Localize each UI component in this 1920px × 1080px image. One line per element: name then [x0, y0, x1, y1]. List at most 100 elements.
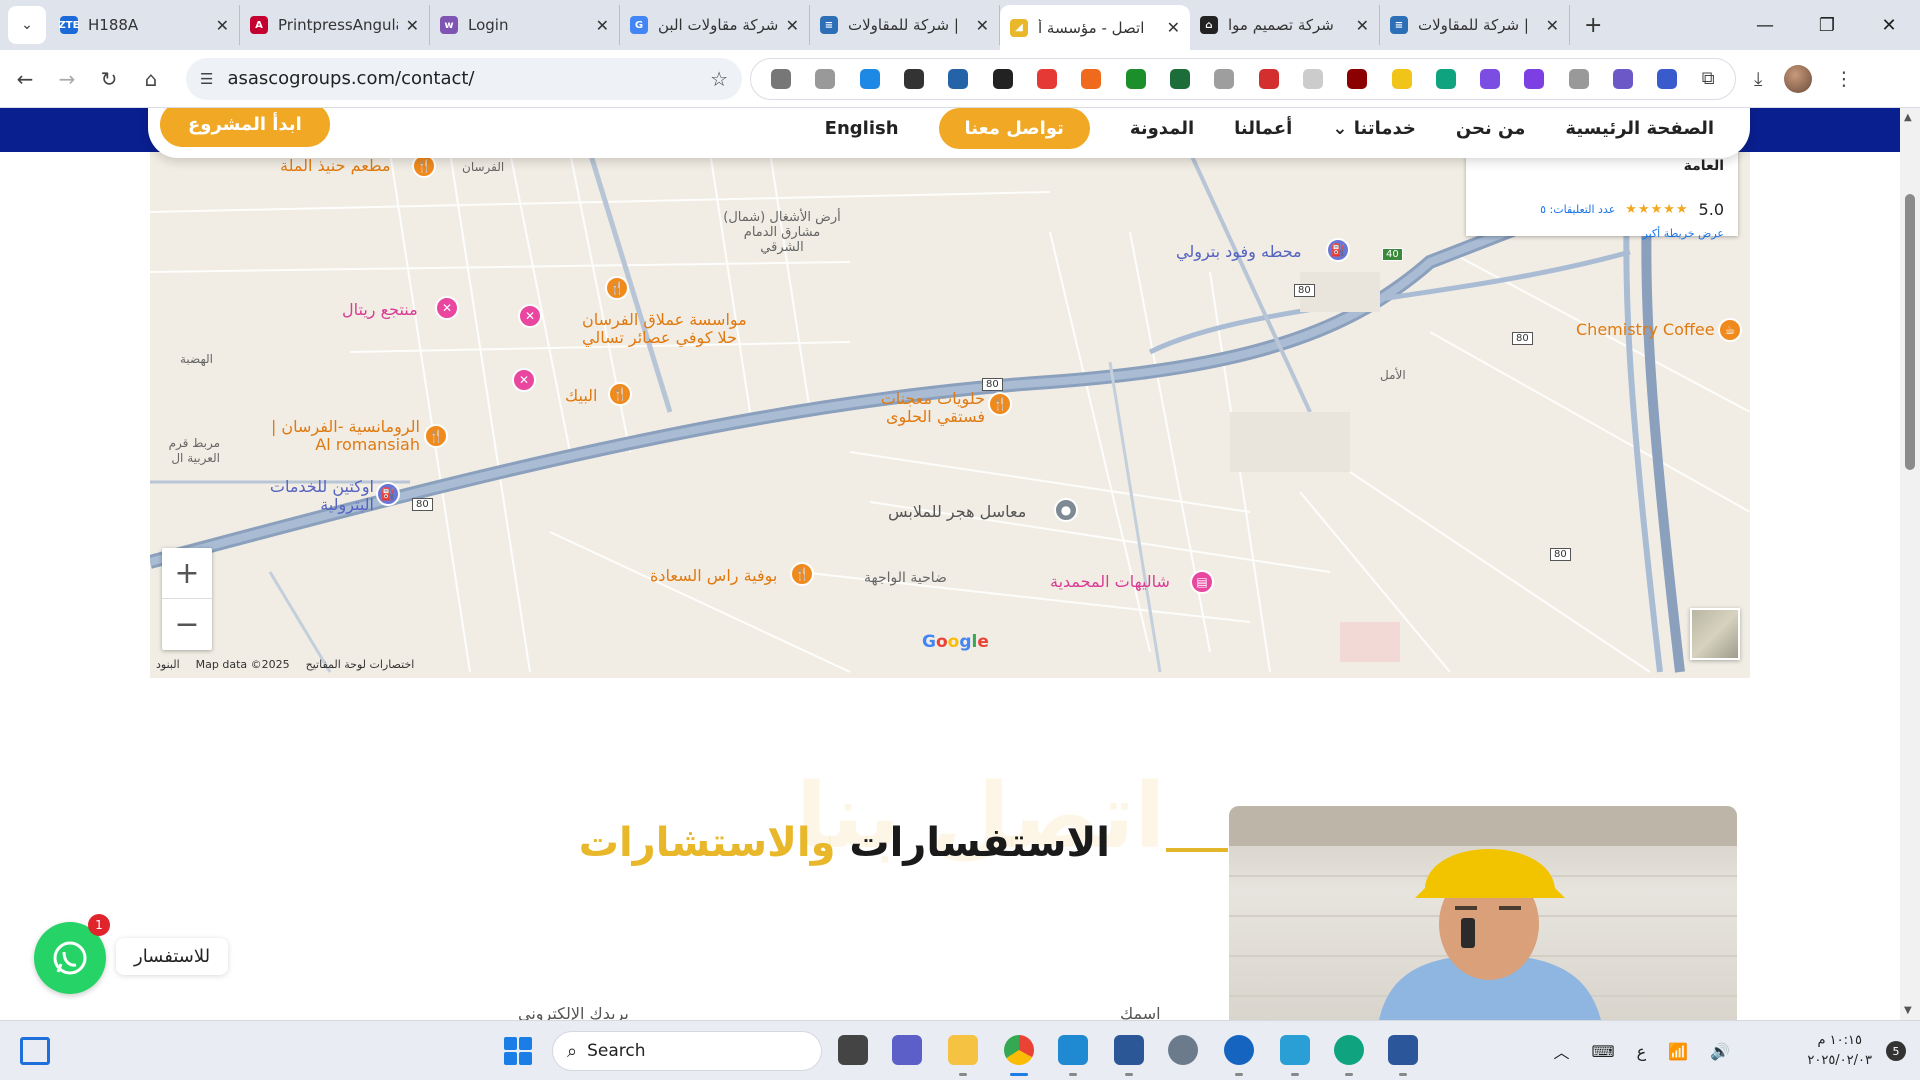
nav-english[interactable]: English [825, 118, 899, 139]
start-project-button[interactable]: ابدأ المشروع [160, 108, 330, 147]
extension-icon[interactable] [1169, 68, 1190, 89]
taskbar-search[interactable]: ⌕ Search [552, 1031, 822, 1071]
poi-label[interactable]: البيك [565, 386, 597, 405]
close-tab-icon[interactable]: ✕ [976, 16, 989, 35]
wifi-icon[interactable]: 📶 [1668, 1042, 1688, 1061]
reload-button[interactable]: ↻ [92, 62, 126, 96]
scroll-down-icon[interactable]: ▼ [1904, 1005, 1912, 1016]
poi-label[interactable]: منتجع ريتال [342, 300, 418, 319]
chrome-icon[interactable] [1004, 1035, 1034, 1065]
poi-label[interactable]: الرومانسية -الفرسان | Al romansiah [270, 418, 420, 454]
word-icon[interactable] [1388, 1035, 1418, 1065]
keyboard-shortcuts-link[interactable]: اختصارات لوحة المفاتيح [306, 658, 415, 671]
close-tab-icon[interactable]: ✕ [1356, 16, 1369, 35]
extension-icon[interactable] [771, 68, 792, 89]
restaurant-pin-icon[interactable]: 🍴 [608, 382, 632, 406]
clock[interactable]: ١٠:١٥ م ٢٠٢٥/٠٢/٠٣ [1807, 1031, 1872, 1071]
browser-tab[interactable]: w Login ✕ [430, 5, 620, 45]
bookmark-star-icon[interactable]: ☆ [710, 67, 728, 91]
chevron-up-icon[interactable]: ︿ [1554, 1039, 1570, 1063]
url-text[interactable]: asascogroups.com/contact/ [227, 68, 710, 89]
site-info-icon[interactable]: ☰ [200, 70, 213, 88]
extension-icon[interactable] [1302, 68, 1323, 89]
extension-icon[interactable] [815, 68, 836, 89]
browser-tab[interactable]: G شركة مقاولات البن ✕ [620, 5, 810, 45]
extension-icon[interactable] [1125, 68, 1146, 89]
start-button[interactable] [504, 1037, 532, 1065]
volume-icon[interactable]: 🔊 [1710, 1042, 1730, 1061]
nav-about[interactable]: من نحن [1456, 118, 1526, 139]
view-larger-map-link[interactable]: عرض خريطة أكبر [1480, 227, 1724, 240]
close-tab-icon[interactable]: ✕ [1546, 16, 1559, 35]
map-terms-link[interactable]: البنود [156, 658, 180, 671]
nav-home[interactable]: الصفحة الرئيسية [1565, 118, 1714, 139]
close-window-icon[interactable]: ✕ [1858, 0, 1920, 50]
language-indicator[interactable]: ع [1637, 1042, 1647, 1061]
file-explorer-icon[interactable] [948, 1035, 978, 1065]
app-icon[interactable] [1224, 1035, 1254, 1065]
forward-button[interactable]: → [50, 62, 84, 96]
resort-pin-icon[interactable]: ✕ [512, 368, 536, 392]
page-scrollbar[interactable]: ▲ ▼ [1900, 108, 1920, 1020]
menu-kebab-icon[interactable]: ⋮ [1834, 68, 1853, 90]
poi-label[interactable]: مواسسة عملاق الفرسان [582, 310, 747, 329]
extension-icon[interactable] [1524, 68, 1545, 89]
keyboard-icon[interactable]: ⌨ [1592, 1042, 1615, 1061]
extension-icon[interactable] [1347, 68, 1368, 89]
browser-tab[interactable]: ≡ شركة للمقاولات | ✕ [810, 5, 1000, 45]
resort-pin-icon[interactable]: ▤ [1190, 570, 1214, 594]
poi-label[interactable]: شاليهات المحمدية [1050, 572, 1170, 591]
close-tab-icon[interactable]: ✕ [596, 16, 609, 35]
browser-tab[interactable]: ⌂ شركة تصميم موا ✕ [1190, 5, 1380, 45]
poi-label[interactable]: مطعم حنيذ الملة [280, 156, 391, 175]
task-view-icon[interactable] [838, 1035, 868, 1065]
back-button[interactable]: ← [8, 62, 42, 96]
restaurant-pin-icon[interactable]: 🍴 [424, 424, 448, 448]
browser-tab[interactable]: ◢ اتصل - مؤسسة أ ✕ [1000, 5, 1190, 50]
nav-blog[interactable]: المدونة [1130, 118, 1194, 139]
restaurant-pin-icon[interactable]: 🍴 [790, 562, 814, 586]
coffee-pin-icon[interactable]: ☕ [1718, 318, 1742, 342]
close-tab-icon[interactable]: ✕ [1167, 18, 1180, 37]
restore-icon[interactable]: ❐ [1796, 0, 1858, 50]
home-button[interactable]: ⌂ [134, 62, 168, 96]
extension-icon[interactable] [1081, 68, 1102, 89]
poi-label[interactable]: محطه وفود بترولي [1176, 242, 1302, 261]
zoom-in-button[interactable]: + [162, 548, 212, 599]
laundry-pin-icon[interactable]: ● [1054, 498, 1078, 522]
chatgpt-icon[interactable] [1334, 1035, 1364, 1065]
zoom-out-button[interactable]: − [162, 599, 212, 650]
poi-label[interactable]: Chemistry Coffee [1576, 320, 1715, 339]
restaurant-pin-icon[interactable]: 🍴 [605, 276, 629, 300]
resort-pin-icon[interactable]: ✕ [435, 296, 459, 320]
teams-icon[interactable] [892, 1035, 922, 1065]
browser-tab[interactable]: ZTE H188A ✕ [50, 5, 240, 45]
extension-icon[interactable] [1568, 68, 1589, 89]
whatsapp-label[interactable]: للاستفسار [116, 938, 229, 975]
extension-icon[interactable] [1657, 68, 1678, 89]
poi-label[interactable]: اوكتين للخدمات البترولية [254, 478, 374, 514]
widgets-icon[interactable] [20, 1037, 50, 1065]
extension-icon[interactable] [904, 68, 925, 89]
poi-label[interactable]: معاسل هجر للملابس [888, 502, 1026, 521]
photos-icon[interactable] [1280, 1035, 1310, 1065]
close-tab-icon[interactable]: ✕ [216, 16, 229, 35]
extension-icon[interactable] [1258, 68, 1279, 89]
vscode-icon[interactable] [1058, 1035, 1088, 1065]
extension-icon[interactable] [859, 68, 880, 89]
fuel-pin-icon[interactable]: ⛽ [1326, 238, 1350, 262]
extension-icon[interactable] [1037, 68, 1058, 89]
nav-contact-button[interactable]: تواصل معنا [938, 108, 1090, 149]
extension-icon[interactable] [1214, 68, 1235, 89]
poi-label[interactable]: حلويات معجنات فستقي الحلوى [870, 390, 985, 426]
download-icon[interactable]: ⤓ [1754, 68, 1762, 90]
extension-icon[interactable] [1480, 68, 1501, 89]
poi-label[interactable]: بوفية راس السعادة [650, 566, 777, 585]
browser-tab[interactable]: ≡ شركة للمقاولات | ✕ [1380, 5, 1570, 45]
reviews-link[interactable]: عدد التعليقات: ٥ [1540, 203, 1615, 216]
extension-icon[interactable] [1435, 68, 1456, 89]
nav-services[interactable]: خدماتنا ⌄ [1332, 118, 1416, 139]
extension-icon[interactable] [992, 68, 1013, 89]
close-tab-icon[interactable]: ✕ [786, 16, 799, 35]
satellite-toggle-button[interactable] [1690, 608, 1740, 660]
